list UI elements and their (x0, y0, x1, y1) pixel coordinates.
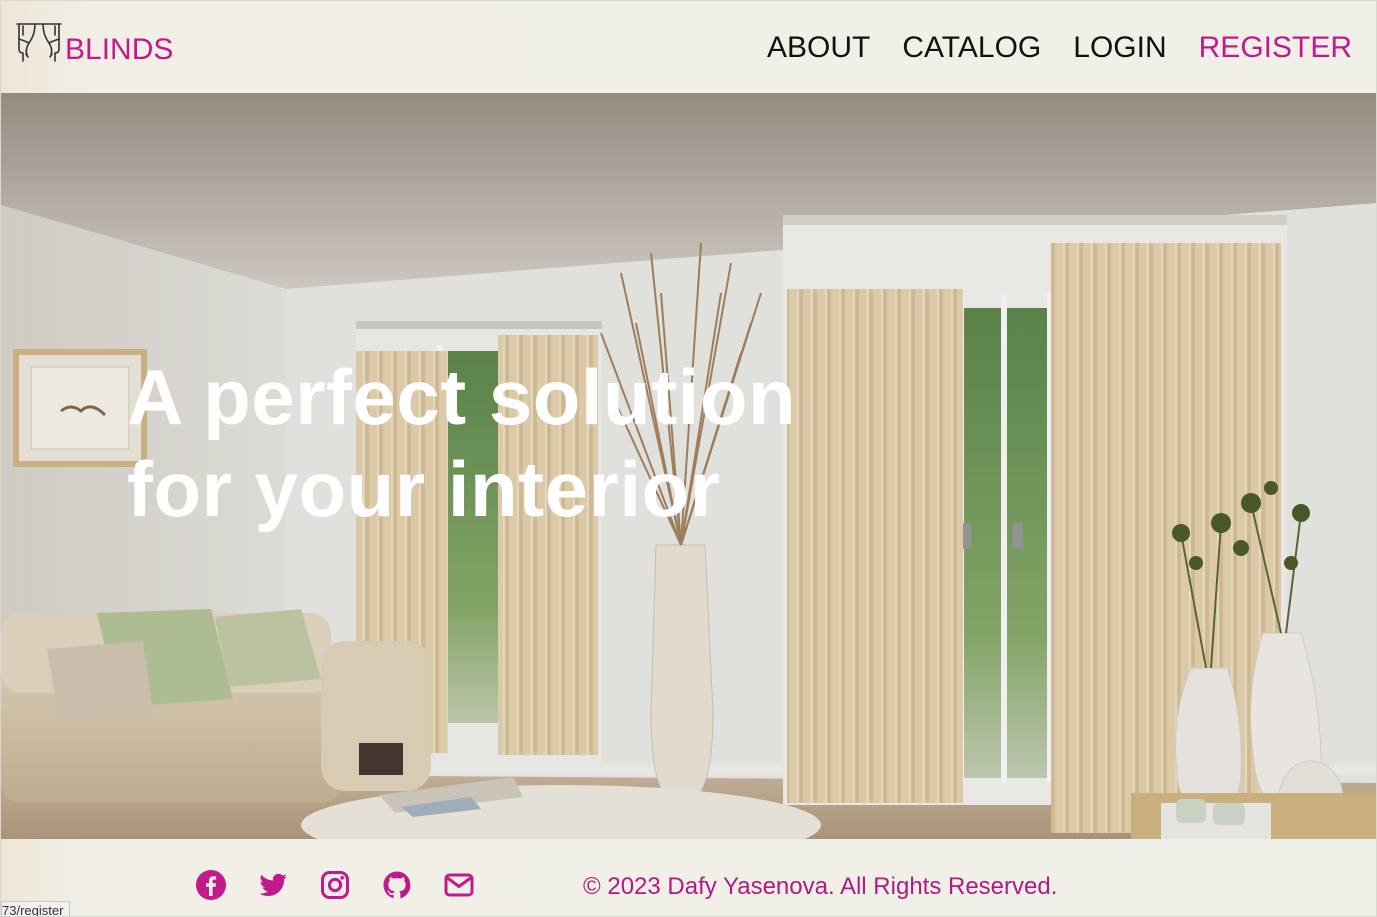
social-links (195, 869, 475, 901)
facebook-link[interactable] (195, 869, 227, 901)
curtains-icon (16, 23, 62, 62)
site-header: BLINDS ABOUT CATALOG LOGIN REGISTER (1, 1, 1376, 93)
brand-name: BLINDS (65, 33, 174, 66)
github-link[interactable] (381, 869, 413, 901)
logo-link[interactable]: BLINDS (15, 21, 173, 65)
nav-login[interactable]: LOGIN (1073, 31, 1166, 65)
facebook-icon (196, 870, 226, 900)
nav-catalog[interactable]: CATALOG (902, 31, 1041, 65)
site-footer: © 2023 Dafy Yasenova. All Rights Reserve… (1, 839, 1376, 916)
mail-link[interactable] (443, 869, 475, 901)
main-nav: ABOUT CATALOG LOGIN REGISTER (767, 31, 1352, 65)
github-icon (383, 871, 411, 899)
status-bar-url: 73/register (1, 901, 71, 916)
page: BLINDS ABOUT CATALOG LOGIN REGISTER A pe… (0, 0, 1377, 917)
twitter-link[interactable] (257, 869, 289, 901)
nav-about[interactable]: ABOUT (767, 31, 870, 65)
instagram-link[interactable] (319, 869, 351, 901)
hero-title: A perfect solution for your interior (127, 353, 797, 533)
mail-icon (444, 873, 474, 897)
twitter-icon (259, 873, 287, 896)
copyright-text: © 2023 Dafy Yasenova. All Rights Reserve… (583, 873, 1058, 900)
hero-section: A perfect solution for your interior (1, 93, 1376, 839)
instagram-icon (321, 871, 349, 899)
nav-register[interactable]: REGISTER (1199, 31, 1352, 65)
